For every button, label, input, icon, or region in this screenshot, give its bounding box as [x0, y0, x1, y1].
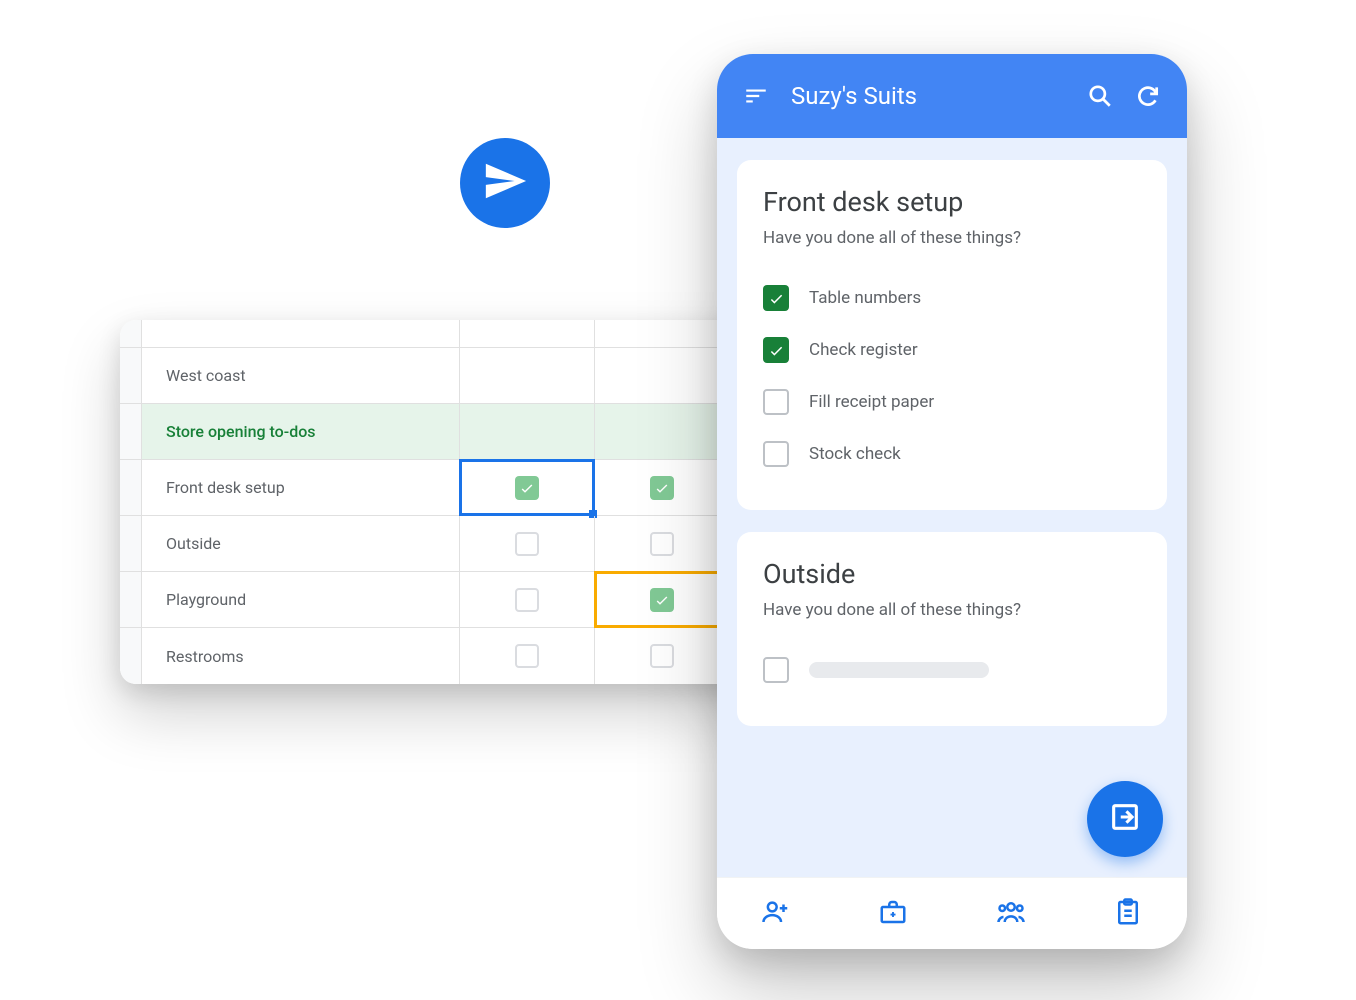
card-title: Outside — [763, 558, 1141, 590]
checklist-item[interactable]: Fill receipt paper — [763, 376, 1141, 428]
nav-person-add[interactable] — [761, 897, 791, 931]
checklist-card: Front desk setup Have you done all of th… — [737, 160, 1167, 510]
checkbox-empty-icon — [515, 644, 539, 668]
card-subtitle: Have you done all of these things? — [763, 228, 1141, 248]
checklist-card: Outside Have you done all of these thing… — [737, 532, 1167, 726]
checkbox-empty-icon — [763, 389, 789, 415]
checkbox-checked-icon — [650, 588, 674, 612]
checkbox-cell[interactable] — [460, 460, 595, 515]
checkbox-checked-icon — [763, 285, 789, 311]
checkbox-cell[interactable] — [595, 516, 730, 571]
checklist-item[interactable]: Stock check — [763, 428, 1141, 480]
skeleton-placeholder — [809, 662, 989, 678]
app-body: Front desk setup Have you done all of th… — [717, 138, 1187, 877]
card-subtitle: Have you done all of these things? — [763, 600, 1141, 620]
nav-briefcase[interactable] — [878, 897, 908, 931]
enter-icon — [1108, 800, 1142, 838]
checklist-item[interactable]: Check register — [763, 324, 1141, 376]
group-icon — [996, 912, 1026, 931]
clipboard-icon — [1113, 912, 1143, 931]
region-label: West coast — [142, 348, 460, 403]
checkbox-checked-icon — [650, 476, 674, 500]
checkbox-cell[interactable] — [595, 460, 730, 515]
sort-menu-icon[interactable] — [743, 83, 769, 109]
checkbox-cell[interactable] — [460, 628, 595, 684]
submit-fab[interactable] — [1087, 781, 1163, 857]
checkbox-cell[interactable] — [460, 516, 595, 571]
row-label: Playground — [142, 572, 460, 627]
nav-clipboard[interactable] — [1113, 897, 1143, 931]
checkbox-checked-icon — [763, 337, 789, 363]
checklist-item-label: Table numbers — [809, 288, 921, 308]
checklist-item-label: Check register — [809, 340, 918, 360]
checklist-item[interactable] — [763, 644, 1141, 696]
checklist-item[interactable]: Table numbers — [763, 272, 1141, 324]
search-icon[interactable] — [1087, 83, 1113, 109]
checkbox-cell[interactable] — [460, 572, 595, 627]
row-label: Front desk setup — [142, 460, 460, 515]
checkbox-empty-icon — [763, 441, 789, 467]
row-label: Outside — [142, 516, 460, 571]
checklist-item-label: Stock check — [809, 444, 901, 464]
bottom-nav — [717, 877, 1187, 949]
row-label: Restrooms — [142, 628, 460, 684]
send-plane-badge — [460, 138, 550, 228]
checkbox-empty-icon — [515, 588, 539, 612]
checkbox-checked-icon — [515, 476, 539, 500]
briefcase-icon — [878, 912, 908, 931]
checkbox-cell[interactable] — [595, 628, 730, 684]
person-add-icon — [761, 912, 791, 931]
checkbox-empty-icon — [763, 657, 789, 683]
checkbox-empty-icon — [650, 532, 674, 556]
app-topbar: Suzy's Suits — [717, 54, 1187, 138]
app-title: Suzy's Suits — [791, 82, 1065, 110]
checklist-item-label: Fill receipt paper — [809, 392, 934, 412]
checkbox-empty-icon — [515, 532, 539, 556]
section-title: Store opening to-dos — [142, 404, 460, 459]
nav-group[interactable] — [996, 897, 1026, 931]
paper-plane-icon — [482, 158, 528, 208]
refresh-icon[interactable] — [1135, 83, 1161, 109]
checkbox-cell[interactable] — [595, 572, 730, 627]
checkbox-empty-icon — [650, 644, 674, 668]
card-title: Front desk setup — [763, 186, 1141, 218]
mobile-app-preview: Suzy's Suits Front desk setup Have you d… — [717, 54, 1187, 949]
